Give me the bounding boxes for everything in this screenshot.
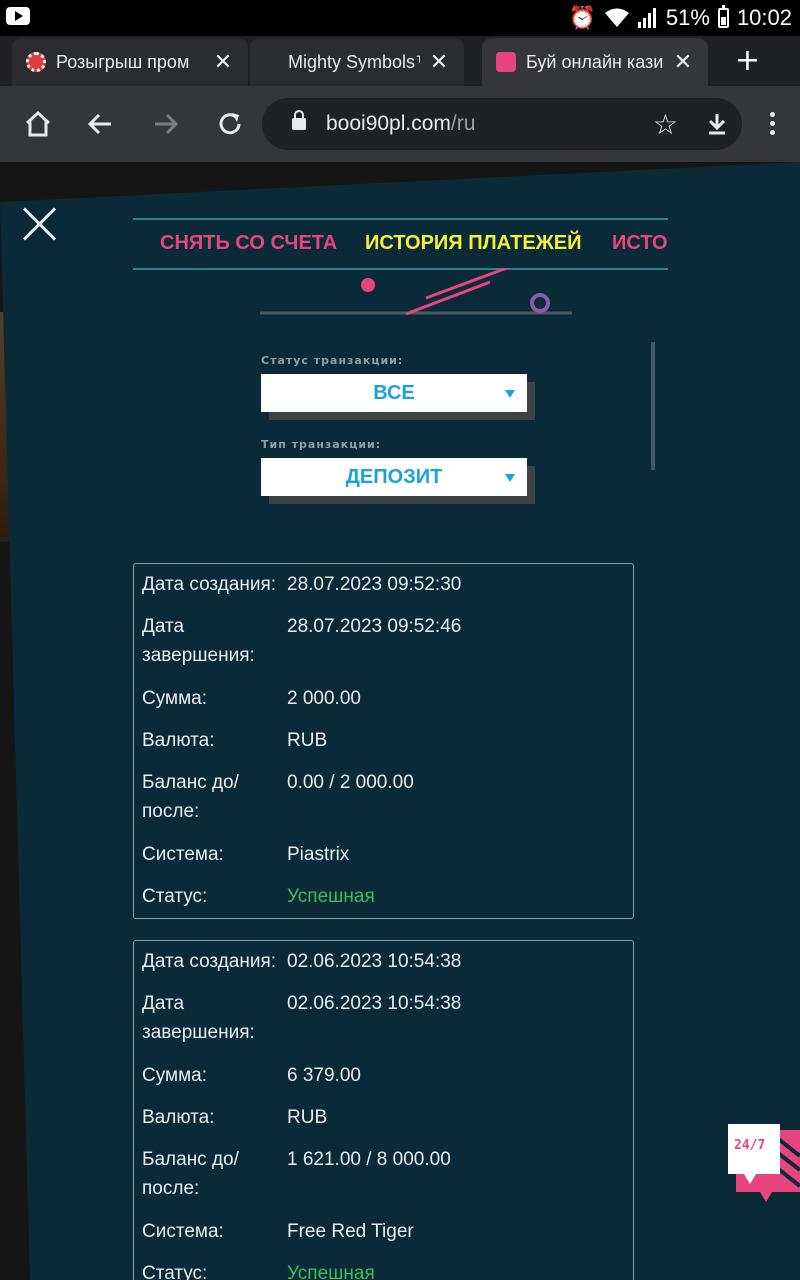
- status-filter[interactable]: ВСЕ: [261, 374, 535, 420]
- web-page: СНЯТЬ СО СЧЕТА ИСТОРИЯ ПЛАТЕЖЕЙ ИСТОРИЯ …: [0, 162, 800, 1280]
- completed-value: 02.06.2023 10:54:38: [287, 993, 462, 1014]
- close-icon[interactable]: [22, 206, 58, 242]
- support-badge-text: 24/7: [734, 1138, 766, 1153]
- tab-withdraw[interactable]: СНЯТЬ СО СЧЕТА: [160, 232, 337, 255]
- amount-value: 2 000.00: [287, 688, 361, 709]
- type-select-value: ДЕПОЗИТ: [345, 465, 443, 488]
- signal-icon: [637, 8, 658, 28]
- wifi-icon: [604, 8, 629, 27]
- url-host: booi90pl.com: [326, 112, 451, 135]
- system-status: ⏰ 51% 10:02: [568, 4, 792, 32]
- system-label: Система:: [142, 844, 224, 865]
- type-filter[interactable]: ДЕПОЗИТ: [261, 458, 535, 504]
- clock: 10:02: [736, 5, 792, 30]
- filter-scrollbar[interactable]: [651, 342, 655, 470]
- currency-label: Валюта:: [142, 730, 215, 751]
- browser-tab-strip: Розыгрыш пром ✕ Mighty Symbols™ ✕ Буй он…: [0, 36, 800, 86]
- battery-percent: 51%: [665, 5, 710, 30]
- transaction-card: Дата создания: 28.07.2023 09:52:30 Дата з…: [133, 563, 634, 919]
- lock-icon: [292, 110, 306, 130]
- url-path: /ru: [450, 112, 476, 135]
- completed-value: 28.07.2023 09:52:46: [287, 616, 462, 637]
- created-label: Дата создания:: [142, 951, 277, 972]
- poker-chip-icon: [26, 52, 46, 72]
- completed-label: Дата завершения:: [142, 993, 255, 1043]
- chevron-down-icon: [505, 474, 515, 482]
- close-tab-icon[interactable]: ✕: [428, 49, 450, 75]
- system-value: Free Red Tiger: [287, 1221, 414, 1242]
- created-label: Дата создания:: [142, 574, 277, 595]
- browser-toolbar: booi90pl.com/ru ☆: [0, 86, 800, 162]
- browser-tab-booi[interactable]: Буй онлайн кази ✕: [482, 38, 708, 86]
- modal-tabs: СНЯТЬ СО СЧЕТА ИСТОРИЯ ПЛАТЕЖЕЙ ИСТОРИЯ: [133, 218, 668, 270]
- amount-label: Сумма:: [142, 688, 207, 709]
- status-label: Статус:: [142, 886, 208, 907]
- home-icon[interactable]: [18, 104, 58, 144]
- status-select[interactable]: ВСЕ: [261, 374, 527, 412]
- tab-history-more[interactable]: ИСТОРИЯ: [612, 232, 668, 255]
- star-icon[interactable]: ☆: [653, 108, 678, 141]
- reload-icon[interactable]: [210, 104, 250, 144]
- transaction-card: Дата создания: 02.06.2023 10:54:38 Дата з…: [133, 940, 634, 1280]
- close-tab-icon[interactable]: ✕: [672, 49, 694, 75]
- browser-tab-mighty-symbols[interactable]: Mighty Symbols™ ✕: [250, 38, 464, 86]
- browser-tab-title: Mighty Symbols™: [288, 51, 420, 72]
- currency-value: RUB: [287, 730, 328, 751]
- created-value: 28.07.2023 09:52:30: [287, 574, 462, 595]
- status-value: Успешная: [287, 1263, 375, 1280]
- youtube-icon: [6, 7, 30, 25]
- balance-value: 0.00 / 2 000.00: [287, 772, 414, 793]
- status-select-value: ВСЕ: [373, 381, 415, 404]
- chat-bubble-icon: [728, 1124, 800, 1202]
- download-icon[interactable]: [706, 112, 728, 136]
- status-bar: ⏰ 51% 10:02: [0, 0, 800, 36]
- type-filter-label: Тип транзакции:: [261, 438, 382, 451]
- browser-tab-promo[interactable]: Розыгрыш пром ✕: [12, 38, 248, 86]
- status-value: Успешная: [287, 886, 375, 907]
- forward-icon[interactable]: [146, 104, 186, 144]
- balance-label: Баланс до/ после:: [142, 772, 239, 822]
- tab-payment-history[interactable]: ИСТОРИЯ ПЛАТЕЖЕЙ: [365, 232, 581, 255]
- status-label: Статус:: [142, 1263, 208, 1280]
- support-chat-button[interactable]: 24/7: [726, 1124, 800, 1204]
- browser-tab-title: Буй онлайн кази: [526, 51, 664, 72]
- payments-modal: СНЯТЬ СО СЧЕТА ИСТОРИЯ ПЛАТЕЖЕЙ ИСТОРИЯ …: [0, 162, 800, 1280]
- browser-tab-title: Розыгрыш пром: [56, 51, 190, 72]
- decorative-lines: [260, 268, 572, 316]
- completed-label: Дата завершения:: [142, 616, 255, 666]
- booi-logo-icon: [496, 52, 516, 72]
- currency-label: Валюта:: [142, 1107, 215, 1128]
- amount-label: Сумма:: [142, 1065, 207, 1086]
- battery-icon: [717, 5, 729, 28]
- back-icon[interactable]: [80, 104, 120, 144]
- menu-icon[interactable]: [770, 112, 776, 139]
- chevron-down-icon: [505, 390, 515, 398]
- balance-label: Баланс до/ после:: [142, 1149, 239, 1199]
- currency-value: RUB: [287, 1107, 328, 1128]
- alarm-icon: ⏰: [568, 5, 596, 30]
- address-bar[interactable]: booi90pl.com/ru ☆: [262, 98, 742, 150]
- created-value: 02.06.2023 10:54:38: [287, 951, 462, 972]
- system-label: Система:: [142, 1221, 224, 1242]
- amount-value: 6 379.00: [287, 1065, 361, 1086]
- system-value: Piastrix: [287, 844, 350, 865]
- new-tab-icon[interactable]: +: [735, 46, 760, 76]
- balance-value: 1 621.00 / 8 000.00: [287, 1149, 451, 1170]
- close-tab-icon[interactable]: ✕: [212, 49, 234, 75]
- status-filter-label: Статус транзакции:: [261, 354, 404, 367]
- type-select[interactable]: ДЕПОЗИТ: [261, 458, 527, 496]
